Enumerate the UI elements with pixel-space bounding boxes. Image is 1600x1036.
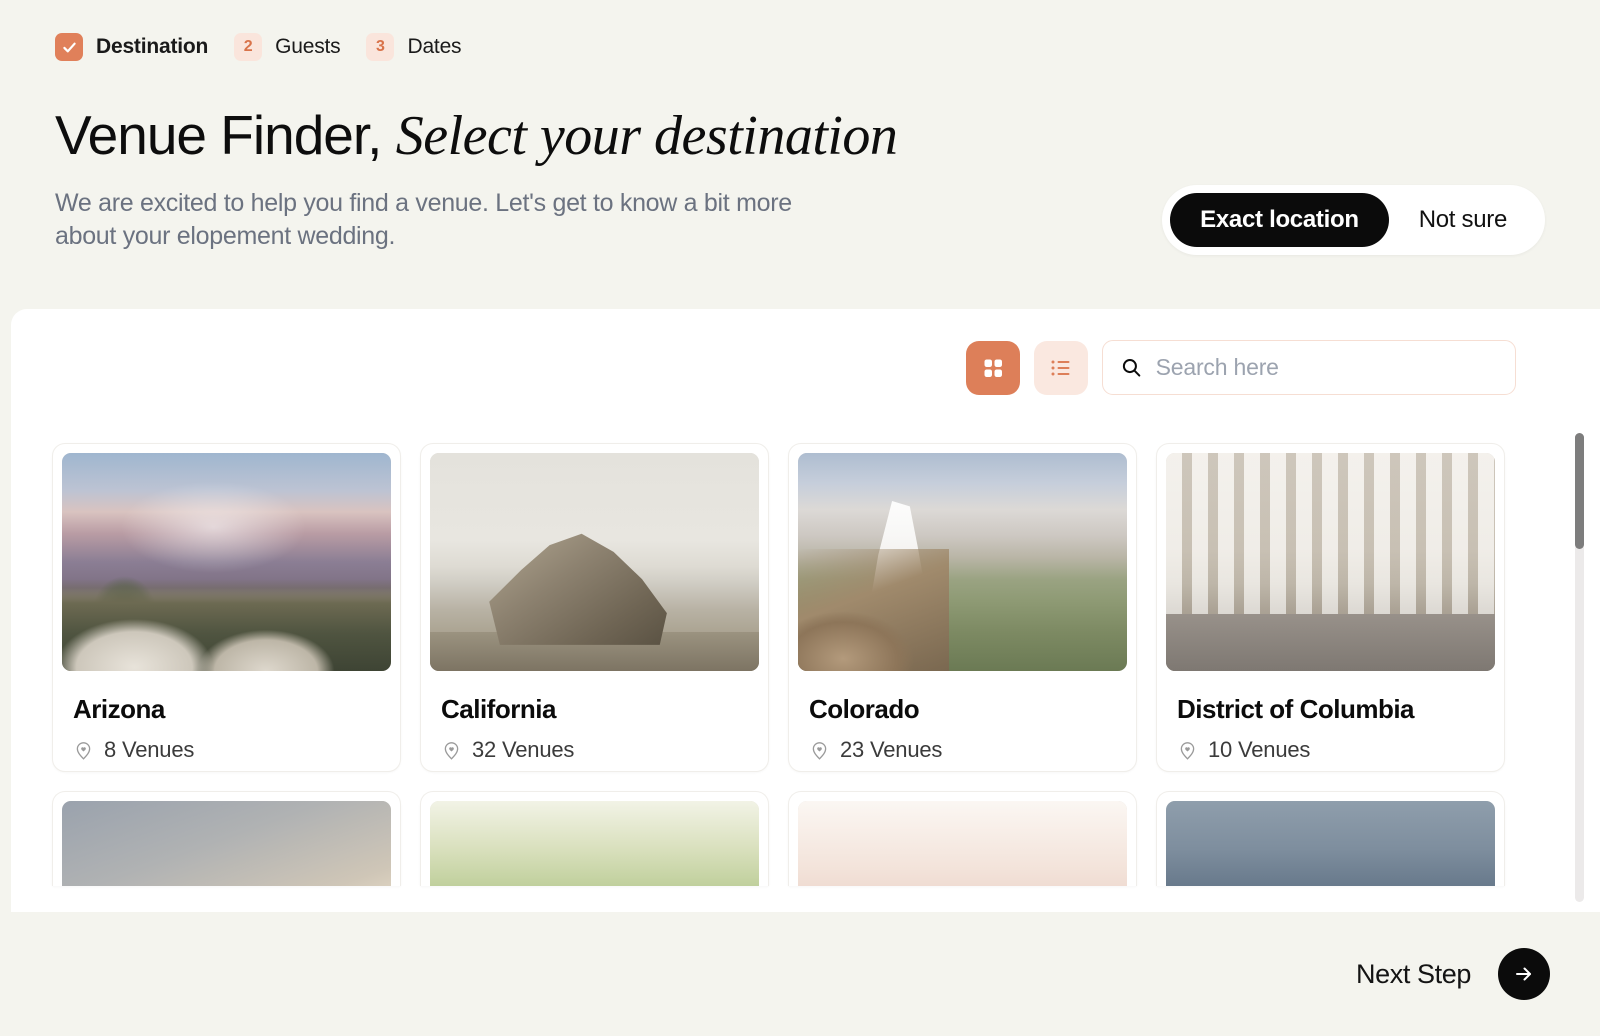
step-dates-label: Dates bbox=[407, 35, 462, 58]
footer-bar: Next Step bbox=[0, 912, 1600, 1036]
venue-count: 10 Venues bbox=[1208, 737, 1311, 762]
results-toolbar bbox=[11, 309, 1600, 395]
next-step-label: Next Step bbox=[1356, 958, 1471, 989]
venue-photo bbox=[430, 801, 759, 886]
page-title-plain: Venue Finder, bbox=[55, 104, 382, 166]
grid-icon bbox=[984, 359, 1002, 377]
venue-card-arizona[interactable]: Arizona 8 Venues bbox=[52, 443, 401, 772]
venue-name: District of Columbia bbox=[1177, 694, 1415, 724]
venue-count: 8 Venues bbox=[104, 737, 195, 762]
venue-count: 23 Venues bbox=[840, 737, 943, 762]
results-panel: Arizona 8 Venues California bbox=[11, 309, 1600, 912]
page-title-italic: Select your destination bbox=[395, 105, 898, 167]
venue-card-colorado[interactable]: Colorado 23 Venues bbox=[788, 443, 1137, 772]
venue-card-row2-3[interactable] bbox=[788, 791, 1137, 886]
venue-photo bbox=[62, 801, 391, 886]
venue-count-row: 32 Venues bbox=[441, 737, 748, 763]
venue-count: 32 Venues bbox=[472, 737, 575, 762]
toggle-not-sure[interactable]: Not sure bbox=[1389, 193, 1537, 247]
venue-name: Colorado bbox=[809, 694, 920, 724]
venue-photo bbox=[62, 453, 391, 671]
venue-card-california[interactable]: California 32 Venues bbox=[420, 443, 769, 772]
map-pin-heart-icon bbox=[812, 741, 827, 760]
venue-count-row: 10 Venues bbox=[1177, 737, 1484, 763]
venue-photo bbox=[430, 453, 759, 671]
page-header: Venue Finder, Select your destination We… bbox=[0, 104, 1600, 255]
venue-card-district-of-columbia[interactable]: District of Columbia 10 Venues bbox=[1156, 443, 1505, 772]
grid-view-button[interactable] bbox=[966, 340, 1020, 395]
venue-count-row: 8 Venues bbox=[73, 737, 380, 763]
step-3-number-badge: 3 bbox=[366, 33, 395, 61]
venue-count-row: 23 Venues bbox=[809, 737, 1116, 763]
search-input[interactable] bbox=[1155, 354, 1498, 381]
venue-cards-scroll-area: Arizona 8 Venues California 32 Venues Co… bbox=[11, 416, 1600, 912]
step-guests-label: Guests bbox=[275, 35, 341, 58]
location-mode-toggle[interactable]: Exact location Not sure bbox=[1162, 185, 1545, 255]
search-box[interactable] bbox=[1102, 340, 1516, 395]
step-guests[interactable]: 2 Guests bbox=[234, 33, 341, 61]
venue-name: Arizona bbox=[73, 694, 165, 724]
venue-name: California bbox=[441, 694, 556, 724]
venue-card-row2-4[interactable] bbox=[1156, 791, 1505, 886]
venue-photo bbox=[798, 453, 1127, 671]
venue-photo bbox=[1166, 453, 1495, 671]
map-pin-heart-icon bbox=[76, 741, 91, 760]
step-indicator: Destination 2 Guests 3 Dates bbox=[0, 0, 1600, 61]
step-2-number-badge: 2 bbox=[234, 33, 263, 61]
list-icon bbox=[1051, 360, 1070, 375]
search-icon bbox=[1122, 359, 1141, 377]
step-1-check-badge bbox=[55, 33, 83, 61]
vertical-scrollbar[interactable] bbox=[1575, 433, 1584, 902]
map-pin-heart-icon bbox=[444, 741, 459, 760]
venue-cards-grid: Arizona 8 Venues California 32 Venues Co… bbox=[52, 416, 1600, 886]
venue-card-row2-1[interactable] bbox=[52, 791, 401, 886]
venue-card-row2-2[interactable] bbox=[420, 791, 769, 886]
scrollbar-thumb[interactable] bbox=[1575, 433, 1584, 549]
step-destination-label: Destination bbox=[96, 35, 209, 58]
venue-photo bbox=[1166, 801, 1495, 886]
venue-photo bbox=[798, 801, 1127, 886]
list-view-button[interactable] bbox=[1034, 340, 1088, 395]
map-pin-heart-icon bbox=[1180, 741, 1195, 760]
step-dates[interactable]: 3 Dates bbox=[366, 33, 462, 61]
page-title: Venue Finder, Select your destination bbox=[55, 104, 1545, 167]
next-step-button[interactable] bbox=[1498, 948, 1550, 1000]
step-destination[interactable]: Destination bbox=[55, 33, 208, 61]
page-subtitle: We are excited to help you find a venue.… bbox=[55, 189, 792, 250]
arrow-right-icon bbox=[1516, 967, 1531, 981]
toggle-exact-location[interactable]: Exact location bbox=[1170, 193, 1389, 247]
